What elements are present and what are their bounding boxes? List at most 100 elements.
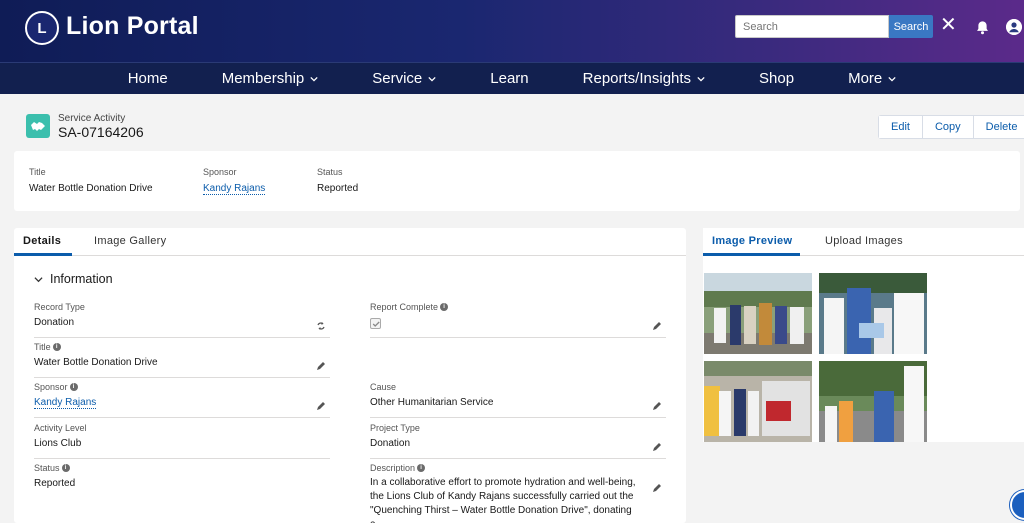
chevron-down-icon [888, 76, 896, 82]
image-preview-card: Image Preview Upload Images [703, 228, 1024, 442]
nav-home[interactable]: Home [101, 70, 195, 87]
field-project-type: Project Type Donation [370, 423, 666, 459]
info-icon[interactable]: i [440, 303, 449, 311]
pencil-icon[interactable] [316, 361, 326, 371]
pencil-icon[interactable] [652, 442, 662, 452]
field-cause: Cause Other Humanitarian Service [370, 382, 666, 418]
highlight-sponsor-label: Sponsor [203, 167, 237, 177]
activity-photo[interactable] [819, 273, 927, 354]
check-icon [372, 321, 380, 327]
chevron-down-icon [310, 76, 318, 82]
project-type-value: Donation [370, 438, 411, 449]
highlight-status: Status Reported [317, 167, 358, 194]
pencil-icon[interactable] [652, 483, 662, 493]
details-card: Details Image Gallery Information Record… [14, 228, 686, 523]
help-button[interactable] [1010, 490, 1024, 520]
highlight-title: Title Water Bottle Donation Drive [29, 167, 153, 194]
nav-service[interactable]: Service [345, 70, 463, 87]
image-tabs: Image Preview Upload Images [703, 228, 1024, 256]
pencil-icon[interactable] [316, 401, 326, 411]
field-sponsor: Sponsor i Kandy Rajans [34, 382, 330, 418]
report-complete-checkbox [370, 318, 381, 329]
user-avatar-icon[interactable] [1006, 19, 1022, 35]
information-section-toggle[interactable]: Information [34, 272, 113, 286]
pencil-icon[interactable] [652, 401, 662, 411]
highlight-sponsor: Sponsor Kandy Rajans [203, 167, 266, 195]
nav-membership-label: Membership [221, 70, 305, 87]
info-icon[interactable]: i [52, 343, 61, 351]
search-bar: Search [735, 15, 933, 38]
section-title: Information [50, 272, 113, 286]
pencil-icon[interactable] [652, 321, 662, 331]
change-record-type-icon[interactable] [316, 321, 326, 331]
activity-photo[interactable] [819, 361, 927, 442]
tab-upload-images[interactable]: Upload Images [825, 235, 903, 247]
status-value: Reported [34, 478, 76, 489]
bell-icon[interactable] [975, 20, 990, 35]
highlight-title-label: Title [29, 167, 46, 177]
highlight-status-value: Reported [317, 183, 359, 194]
nav-shop-label: Shop [759, 70, 795, 87]
nav-learn-label: Learn [490, 70, 529, 87]
nav-learn[interactable]: Learn [463, 70, 555, 87]
description-label: Description [370, 463, 416, 473]
lions-logo[interactable]: L [25, 11, 59, 45]
nav-membership[interactable]: Membership [195, 70, 346, 87]
field-report-complete: Report Complete i [370, 302, 666, 338]
site-header: L Lion Portal Search ✕ [0, 0, 1024, 62]
copy-button[interactable]: Copy [921, 116, 973, 138]
description-value: In a collaborative effort to promote hyd… [370, 477, 636, 523]
nav-shop[interactable]: Shop [732, 70, 821, 87]
sponsor-link[interactable]: Kandy Rajans [34, 397, 97, 409]
record-type-label: Record Type [34, 302, 85, 312]
sponsor-label: Sponsor [34, 382, 68, 392]
field-activity-level: Activity Level Lions Club [34, 423, 330, 459]
highlight-status-label: Status [317, 167, 343, 177]
info-icon[interactable]: i [69, 383, 78, 391]
chevron-down-icon [34, 276, 43, 282]
tab-image-preview[interactable]: Image Preview [712, 235, 792, 247]
edit-button[interactable]: Edit [879, 116, 922, 138]
chevron-down-icon [428, 76, 436, 82]
activity-photo[interactable] [704, 273, 812, 354]
handshake-icon [31, 122, 45, 131]
details-tabs: Details Image Gallery [14, 228, 686, 256]
field-description: Description i In a collaborative effort t… [370, 463, 666, 523]
active-tab-indicator [703, 253, 800, 256]
logo-letter: L [37, 19, 47, 37]
activity-photo[interactable] [704, 361, 812, 442]
service-activity-icon [26, 114, 50, 138]
record-actions: Edit Copy Delete [878, 115, 1024, 139]
title-label: Title [34, 342, 51, 352]
nav-service-label: Service [372, 70, 423, 87]
info-icon[interactable]: i [61, 464, 70, 472]
chevron-down-icon [697, 76, 705, 82]
title-value: Water Bottle Donation Drive [34, 357, 158, 368]
search-button[interactable]: Search [889, 15, 933, 38]
info-icon[interactable]: i [417, 464, 426, 472]
tab-image-gallery[interactable]: Image Gallery [94, 235, 166, 247]
nav-more[interactable]: More [821, 70, 923, 87]
record-id: SA-07164206 [58, 124, 144, 140]
project-type-label: Project Type [370, 423, 420, 433]
highlight-sponsor-link[interactable]: Kandy Rajans [203, 183, 266, 195]
nav-home-label: Home [127, 70, 168, 87]
main-nav: Home Membership Service Learn Reports/In… [0, 62, 1024, 94]
brand-title[interactable]: Lion Portal [66, 12, 199, 41]
field-title: Title i Water Bottle Donation Drive [34, 342, 330, 378]
activity-level-label: Activity Level [34, 423, 87, 433]
tab-details[interactable]: Details [23, 235, 61, 247]
activity-level-value: Lions Club [34, 438, 82, 449]
report-complete-label: Report Complete [370, 302, 439, 312]
field-status: Status i Reported [34, 463, 330, 499]
delete-button[interactable]: Delete [972, 116, 1024, 138]
field-record-type: Record Type Donation [34, 302, 330, 338]
nav-more-label: More [848, 70, 883, 87]
status-label: Status [34, 463, 60, 473]
highlights-panel: Title Water Bottle Donation Drive Sponso… [14, 151, 1020, 211]
close-icon[interactable]: ✕ [940, 15, 957, 35]
cause-value: Other Humanitarian Service [370, 397, 494, 408]
search-input[interactable] [735, 15, 889, 38]
nav-reports-insights[interactable]: Reports/Insights [556, 70, 732, 87]
highlight-title-value: Water Bottle Donation Drive [29, 183, 153, 194]
